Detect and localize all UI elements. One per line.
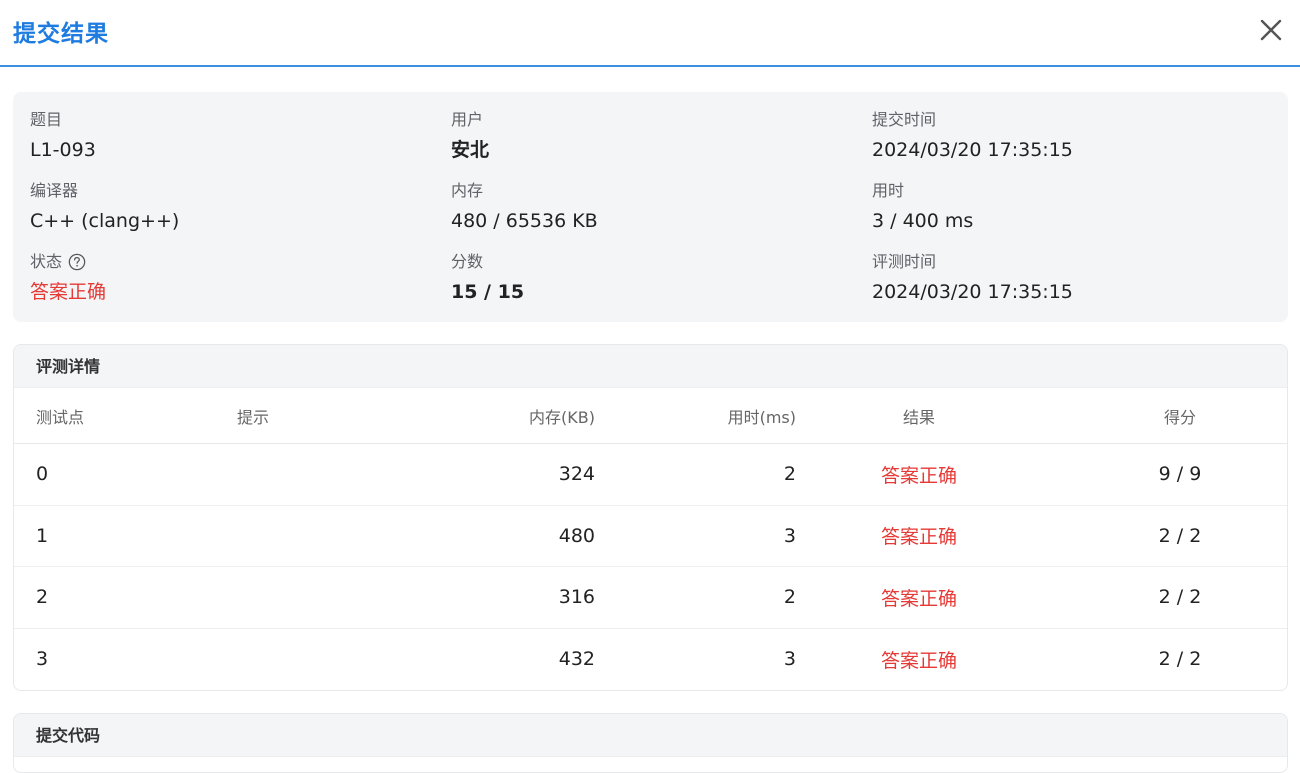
case-id: 1 bbox=[36, 524, 49, 547]
table-row: 3 432 3 答案正确 2 / 2 bbox=[14, 629, 1287, 691]
table-row: 1 480 3 答案正确 2 / 2 bbox=[14, 506, 1287, 567]
user-value[interactable]: 安北 bbox=[451, 138, 489, 162]
compiler-value: C++ (clang++) bbox=[30, 210, 180, 232]
submission-info-panel: 题目 L1-093 用户 安北 提交时间 2024/03/20 17:35:15… bbox=[13, 92, 1288, 322]
case-id: 3 bbox=[36, 648, 49, 671]
case-memory: 480 bbox=[558, 524, 595, 547]
compiler-label: 编译器 bbox=[30, 181, 79, 200]
submitted-code-card: 提交代码 bbox=[13, 713, 1288, 773]
case-time: 3 bbox=[783, 648, 796, 671]
case-id: 0 bbox=[36, 463, 49, 486]
case-time: 3 bbox=[783, 524, 796, 547]
score-label: 分数 bbox=[451, 252, 484, 271]
score-field: 分数 15 / 15 bbox=[451, 252, 524, 304]
case-time: 2 bbox=[783, 463, 796, 486]
case-memory: 324 bbox=[558, 463, 595, 486]
judge-details-card: 评测详情 测试点 提示 内存(KB) 用时(ms) 结果 得分 0 324 2 … bbox=[13, 344, 1288, 691]
case-score: 2 / 2 bbox=[1158, 586, 1202, 609]
judge-time-label: 评测时间 bbox=[872, 252, 937, 271]
memory-label: 内存 bbox=[451, 181, 484, 200]
case-result: 答案正确 bbox=[880, 587, 957, 610]
col-header-result: 结果 bbox=[902, 407, 935, 427]
user-label: 用户 bbox=[451, 110, 484, 129]
judge-details-title: 评测详情 bbox=[14, 345, 1287, 388]
case-score: 2 / 2 bbox=[1158, 524, 1202, 547]
case-memory: 432 bbox=[558, 648, 595, 671]
case-score: 9 / 9 bbox=[1158, 463, 1202, 486]
status-label: 状态 bbox=[30, 252, 63, 271]
close-icon[interactable] bbox=[1255, 14, 1287, 46]
time-value: 3 / 400 ms bbox=[872, 210, 974, 232]
problem-value[interactable]: L1-093 bbox=[30, 138, 96, 162]
judge-time-value: 2024/03/20 17:35:15 bbox=[872, 281, 1073, 303]
col-header-hint: 提示 bbox=[237, 407, 270, 427]
col-header-score: 得分 bbox=[1163, 407, 1196, 427]
dialog-header: 提交结果 bbox=[0, 0, 1300, 67]
submitted-code-title: 提交代码 bbox=[14, 714, 1287, 757]
memory-field: 内存 480 / 65536 KB bbox=[451, 181, 598, 233]
memory-value: 480 / 65536 KB bbox=[451, 210, 598, 232]
case-score: 2 / 2 bbox=[1158, 648, 1202, 671]
score-value: 15 / 15 bbox=[451, 281, 525, 303]
question-circle-icon[interactable] bbox=[68, 253, 86, 271]
case-time: 2 bbox=[783, 586, 796, 609]
case-id: 2 bbox=[36, 586, 49, 609]
table-row: 0 324 2 答案正确 9 / 9 bbox=[14, 444, 1287, 506]
compiler-field: 编译器 C++ (clang++) bbox=[30, 181, 179, 233]
status-label-row: 状态 bbox=[30, 252, 106, 272]
user-field: 用户 安北 bbox=[451, 110, 489, 162]
col-header-time: 用时(ms) bbox=[727, 407, 796, 427]
problem-label: 题目 bbox=[30, 110, 63, 129]
table-row: 2 316 2 答案正确 2 / 2 bbox=[14, 567, 1287, 629]
col-header-case: 测试点 bbox=[36, 407, 85, 427]
col-header-memory: 内存(KB) bbox=[529, 407, 595, 427]
time-field: 用时 3 / 400 ms bbox=[872, 181, 973, 233]
problem-field: 题目 L1-093 bbox=[30, 110, 96, 162]
time-label: 用时 bbox=[872, 181, 905, 200]
status-value: 答案正确 bbox=[30, 281, 107, 303]
case-memory: 316 bbox=[558, 586, 595, 609]
submit-time-value: 2024/03/20 17:35:15 bbox=[872, 139, 1073, 161]
case-result: 答案正确 bbox=[880, 649, 957, 672]
submit-time-label: 提交时间 bbox=[872, 110, 937, 129]
submit-time-field: 提交时间 2024/03/20 17:35:15 bbox=[872, 110, 1073, 162]
judge-time-field: 评测时间 2024/03/20 17:35:15 bbox=[872, 252, 1073, 304]
dialog-title: 提交结果 bbox=[13, 21, 109, 47]
status-field: 状态 答案正确 bbox=[30, 252, 106, 304]
details-table-header: 测试点 提示 内存(KB) 用时(ms) 结果 得分 bbox=[14, 388, 1287, 444]
case-result: 答案正确 bbox=[880, 464, 957, 487]
case-result: 答案正确 bbox=[880, 526, 957, 549]
